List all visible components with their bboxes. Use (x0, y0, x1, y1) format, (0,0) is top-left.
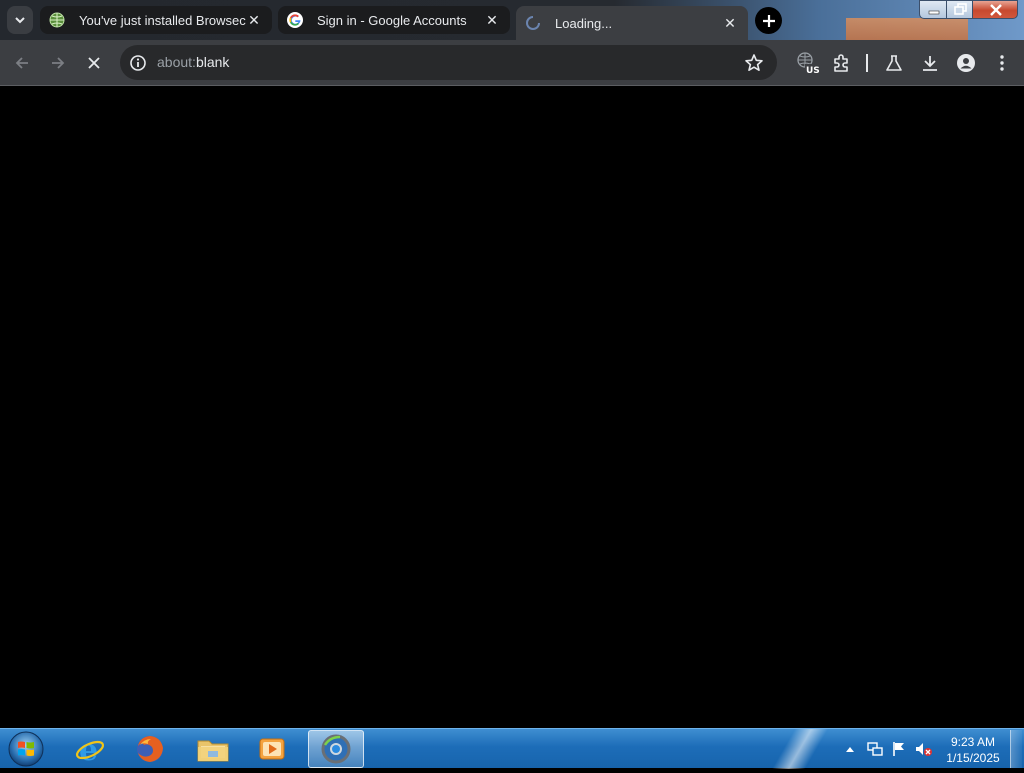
puzzle-icon (834, 54, 848, 72)
profile-button[interactable] (954, 51, 978, 75)
restore-icon (954, 3, 967, 15)
desktop-background-peek (846, 18, 968, 40)
clock-time: 9:23 AM (950, 735, 996, 749)
avatar-icon (957, 54, 975, 72)
arrow-left-icon (15, 57, 28, 69)
tab-google-sign-in[interactable]: Sign in - Google Accounts ✕ (278, 6, 510, 34)
vpn-globe-us-icon: US (797, 52, 820, 76)
browsec-vpn-extension-button[interactable]: US (795, 51, 821, 76)
close-tab-icon[interactable]: ✕ (246, 12, 262, 28)
close-tab-icon[interactable]: ✕ (722, 15, 738, 31)
tab-title: Sign in - Google Accounts (317, 12, 467, 28)
taskbar-file-explorer[interactable] (185, 730, 241, 768)
browser-tab-strip: You've just installed Browsec! ✕ Sign in… (0, 0, 1024, 42)
taskbar-chrome[interactable] (308, 730, 364, 768)
firefox-icon (137, 736, 163, 762)
browser-toolbar: about:blank US (0, 40, 1024, 86)
forward-button[interactable] (46, 51, 70, 75)
action-center-flag-icon[interactable] (890, 740, 908, 758)
taskbar-firefox[interactable] (122, 730, 178, 768)
plus-icon (762, 14, 775, 27)
system-tray (840, 729, 936, 769)
download-icon (923, 56, 937, 71)
volume-muted-icon[interactable] (914, 740, 934, 758)
ie-icon: e (75, 733, 105, 765)
loading-spinner-icon (525, 15, 541, 31)
close-icon (88, 57, 100, 69)
clock-date: 1/15/2025 (946, 751, 1000, 765)
more-vertical-icon (1000, 55, 1004, 71)
taskbar-media-player[interactable] (244, 730, 300, 768)
show-hidden-icons-icon[interactable] (845, 745, 855, 753)
chrome-icon (321, 734, 351, 764)
back-button[interactable] (10, 51, 34, 75)
minimize-button[interactable] (919, 0, 947, 19)
browser-menu-button[interactable] (990, 51, 1014, 75)
svg-text:US: US (806, 66, 820, 76)
windows-logo-icon (8, 731, 44, 767)
url-text[interactable]: about:blank (157, 54, 229, 70)
stop-loading-button[interactable] (82, 51, 106, 75)
chrome-labs-button[interactable] (882, 51, 906, 75)
toolbar-divider (866, 54, 868, 72)
folder-icon (197, 740, 229, 762)
extensions-button[interactable] (829, 51, 853, 75)
system-clock[interactable]: 9:23 AM 1/15/2025 (938, 734, 1008, 766)
tab-title: Loading... (555, 15, 613, 31)
flask-icon (886, 55, 902, 71)
network-icon[interactable] (866, 740, 884, 758)
globe-icon (49, 12, 65, 28)
windows-taskbar: e 9:23 AM 1/15/2025 (0, 728, 1024, 769)
tab-search-button[interactable] (7, 6, 33, 34)
start-button[interactable] (5, 730, 47, 768)
close-window-button[interactable] (972, 0, 1018, 19)
close-icon (990, 4, 1002, 16)
show-desktop-button[interactable] (1010, 730, 1022, 768)
restore-button[interactable] (946, 0, 973, 19)
address-bar[interactable]: about:blank (120, 45, 777, 80)
google-g-icon (287, 12, 303, 28)
tab-loading[interactable]: Loading... ✕ (516, 6, 748, 40)
arrow-right-icon (52, 57, 65, 69)
tab-browsec[interactable]: You've just installed Browsec! ✕ (40, 6, 272, 34)
taskbar-internet-explorer[interactable]: e (62, 730, 118, 768)
tab-title: You've just installed Browsec! (79, 12, 246, 28)
site-info-icon[interactable] (128, 53, 148, 73)
close-tab-icon[interactable]: ✕ (484, 12, 500, 28)
taskbar-glass-highlight (770, 729, 830, 769)
minimize-icon (928, 10, 940, 15)
media-player-icon (259, 738, 285, 760)
bookmark-star-icon[interactable] (743, 52, 765, 74)
chevron-down-icon (15, 17, 25, 24)
new-tab-button[interactable] (755, 7, 782, 34)
page-content-area[interactable] (0, 87, 1024, 728)
downloads-button[interactable] (918, 51, 942, 75)
